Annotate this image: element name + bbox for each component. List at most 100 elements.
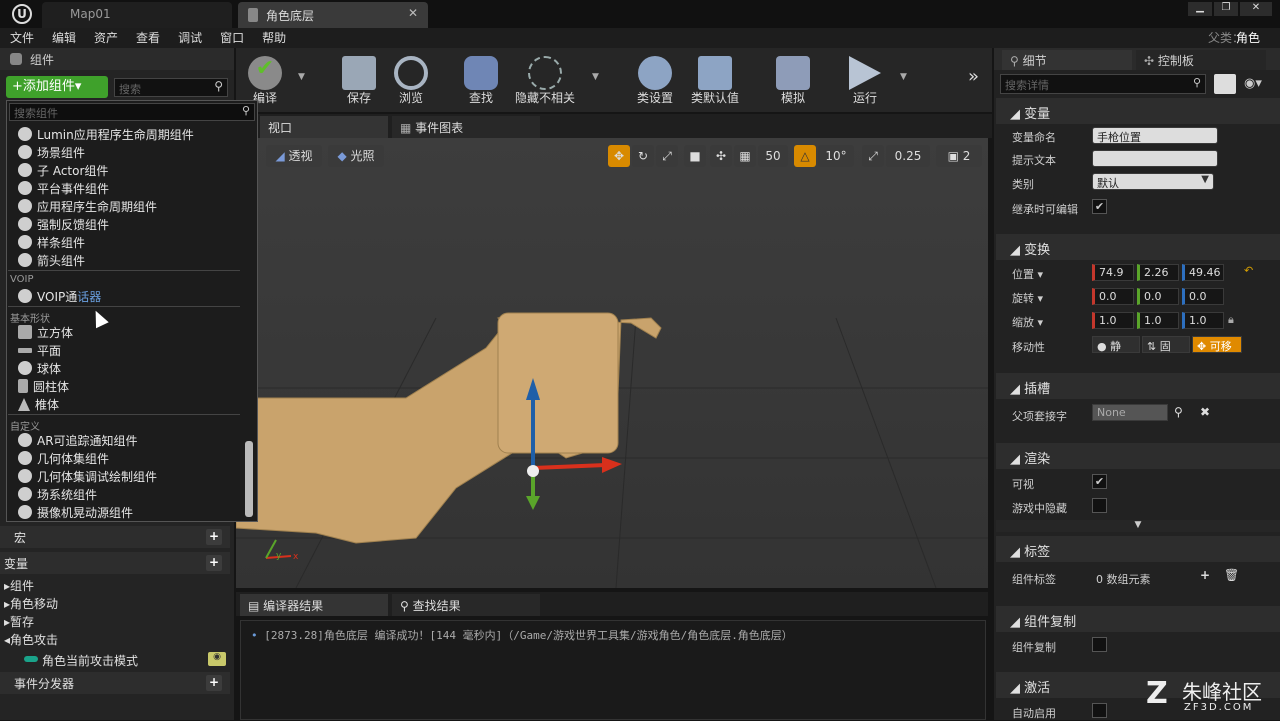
- var-group-components[interactable]: ▸组件: [4, 577, 34, 594]
- scale-y[interactable]: 1.0: [1137, 312, 1179, 329]
- component-search-input[interactable]: 搜索 ⚲: [114, 78, 228, 97]
- browse-socket-icon[interactable]: ⚲: [1174, 405, 1183, 419]
- section-variable[interactable]: ◢ 变量: [996, 98, 1280, 124]
- menu-view[interactable]: 查看: [136, 28, 160, 48]
- var-group-movement[interactable]: ▸角色移动: [4, 595, 58, 612]
- reset-location-icon[interactable]: ↶: [1244, 264, 1253, 277]
- clear-socket-icon[interactable]: ✖: [1200, 405, 1210, 419]
- tab-find-results[interactable]: ⚲ 查找结果: [392, 594, 540, 616]
- list-item-ar-trackable[interactable]: AR可追踪通知组件: [18, 432, 138, 450]
- close-window-button[interactable]: ✕: [1240, 2, 1272, 16]
- tooltip-field[interactable]: [1092, 150, 1218, 167]
- toolbar-overflow-icon[interactable]: »: [968, 66, 979, 87]
- parent-socket-field[interactable]: None: [1092, 404, 1168, 421]
- details-search-input[interactable]: 搜索详情 ⚲: [1000, 74, 1206, 94]
- menu-help[interactable]: 帮助: [262, 28, 286, 48]
- grid-snap-button[interactable]: ▦: [734, 145, 756, 167]
- tab-viewport[interactable]: 视口: [260, 116, 388, 138]
- camera-speed-button[interactable]: ▣ 2: [936, 145, 982, 167]
- world-local-button[interactable]: ✣: [710, 145, 732, 167]
- mobility-static[interactable]: ● 静: [1092, 336, 1140, 353]
- rotation-label[interactable]: 旋转 ▾: [1012, 290, 1043, 306]
- section-tags[interactable]: ◢ 标签: [996, 536, 1280, 562]
- list-item-platform-events[interactable]: 平台事件组件: [18, 180, 109, 198]
- hide-unrelated-button[interactable]: 隐藏不相关: [510, 50, 580, 110]
- maximize-button[interactable]: ❐: [1214, 2, 1238, 16]
- visibility-eye-icon[interactable]: ◉▾: [1244, 76, 1262, 91]
- parent-class-value[interactable]: 角色: [1236, 28, 1260, 48]
- perspective-button[interactable]: ◢ 透视: [266, 145, 322, 167]
- menu-file[interactable]: 文件: [10, 28, 34, 48]
- find-button[interactable]: 查找: [446, 50, 516, 110]
- close-tab-icon[interactable]: ✕: [408, 6, 418, 20]
- hide-options-icon[interactable]: ▼: [592, 72, 599, 82]
- translate-tool-button[interactable]: ✥: [608, 145, 630, 167]
- menu-window[interactable]: 窗口: [220, 28, 244, 48]
- eye-icon[interactable]: ◉: [208, 652, 226, 666]
- var-group-attack[interactable]: ◂角色攻击: [4, 631, 58, 648]
- compile-options-icon[interactable]: ▼: [298, 72, 305, 82]
- dropdown-search-input[interactable]: 搜索组件 ⚲: [9, 103, 255, 121]
- list-item-cylinder[interactable]: 圆柱体: [18, 378, 69, 396]
- rotation-y[interactable]: 0.0: [1137, 288, 1179, 305]
- minimize-button[interactable]: ▁: [1188, 2, 1212, 16]
- inherit-editable-checkbox[interactable]: ✔: [1092, 199, 1107, 214]
- tab-blueprint[interactable]: 角色底层 ✕: [238, 2, 428, 28]
- add-component-button[interactable]: +添加组件▾: [6, 76, 108, 98]
- lit-button[interactable]: ◆ 光照: [328, 145, 384, 167]
- play-options-icon[interactable]: ▼: [900, 72, 907, 82]
- list-item-plane[interactable]: 平面: [18, 342, 61, 360]
- list-item-spline[interactable]: 样条组件: [18, 234, 85, 252]
- scale-z[interactable]: 1.0: [1182, 312, 1224, 329]
- simulate-button[interactable]: 模拟: [758, 50, 828, 110]
- mobility-stationary[interactable]: ⇅ 固: [1142, 336, 1190, 353]
- list-item-sphere[interactable]: 球体: [18, 360, 61, 378]
- rotation-x[interactable]: 0.0: [1092, 288, 1134, 305]
- menu-edit[interactable]: 编辑: [52, 28, 76, 48]
- variable-item[interactable]: 角色当前攻击模式 ◉: [22, 650, 230, 670]
- viewport[interactable]: xy ◢ 透视 ◆ 光照 ✥ ↻ ⤢ ■ ✣ ▦ 50 △ 10° ⤢ 0.25…: [236, 138, 988, 588]
- tab-palette[interactable]: ✣ 控制板: [1136, 50, 1266, 70]
- tab-event-graph[interactable]: ▦ 事件图表: [392, 116, 540, 138]
- location-label[interactable]: 位置 ▾: [1012, 266, 1043, 282]
- play-button[interactable]: 运行: [830, 50, 900, 110]
- category-select[interactable]: 默认 ▼: [1092, 173, 1214, 190]
- rotate-tool-button[interactable]: ↻: [632, 145, 654, 167]
- list-item-geometry-collection[interactable]: 几何体集组件: [18, 450, 109, 468]
- list-item-geometry-debug[interactable]: 几何体集调试绘制组件: [18, 468, 157, 486]
- location-x[interactable]: 74.9: [1092, 264, 1134, 281]
- section-rendering[interactable]: ◢ 渲染: [996, 443, 1280, 469]
- delete-tags-icon[interactable]: 🗑︎: [1224, 568, 1239, 582]
- list-item-scene[interactable]: 场景组件: [18, 144, 85, 162]
- replicates-checkbox[interactable]: [1092, 637, 1107, 652]
- section-replication[interactable]: ◢ 组件复制: [996, 606, 1280, 632]
- list-item-arrow[interactable]: 箭头组件: [18, 252, 85, 270]
- var-group-temp[interactable]: ▸暂存: [4, 613, 34, 630]
- dropdown-scrollbar[interactable]: [245, 441, 253, 517]
- macros-row[interactable]: 宏 +: [0, 526, 230, 548]
- add-dispatcher-button[interactable]: +: [206, 675, 222, 691]
- mobility-movable[interactable]: ✥ 可移: [1192, 336, 1242, 353]
- section-sockets[interactable]: ◢ 插槽: [996, 373, 1280, 399]
- visible-checkbox[interactable]: ✔: [1092, 474, 1107, 489]
- tab-map[interactable]: Map01: [42, 2, 232, 28]
- hidden-in-game-checkbox[interactable]: [1092, 498, 1107, 513]
- tab-compiler-results[interactable]: ▤ 编译器结果: [240, 594, 388, 616]
- auto-activate-checkbox[interactable]: [1092, 703, 1107, 718]
- rotation-snap-button[interactable]: △: [794, 145, 816, 167]
- section-transform[interactable]: ◢ 变换: [996, 234, 1280, 260]
- add-variable-button[interactable]: +: [206, 555, 222, 571]
- grid-snap-value[interactable]: 50: [758, 145, 788, 167]
- list-item-child-actor[interactable]: 子 Actor组件: [18, 162, 108, 180]
- lock-icon[interactable]: 🔒︎: [1228, 313, 1234, 327]
- expand-advanced-icon[interactable]: ▼: [996, 520, 1280, 532]
- menu-asset[interactable]: 资产: [94, 28, 118, 48]
- list-item-voip-talker[interactable]: VOIP通话器: [18, 288, 101, 306]
- location-z[interactable]: 49.46: [1182, 264, 1224, 281]
- location-y[interactable]: 2.26: [1137, 264, 1179, 281]
- surface-snap-button[interactable]: ■: [684, 145, 706, 167]
- list-item-cube[interactable]: 立方体: [18, 324, 73, 342]
- list-item-field-system[interactable]: 场系统组件: [18, 486, 97, 504]
- rotation-z[interactable]: 0.0: [1182, 288, 1224, 305]
- add-macro-button[interactable]: +: [206, 529, 222, 545]
